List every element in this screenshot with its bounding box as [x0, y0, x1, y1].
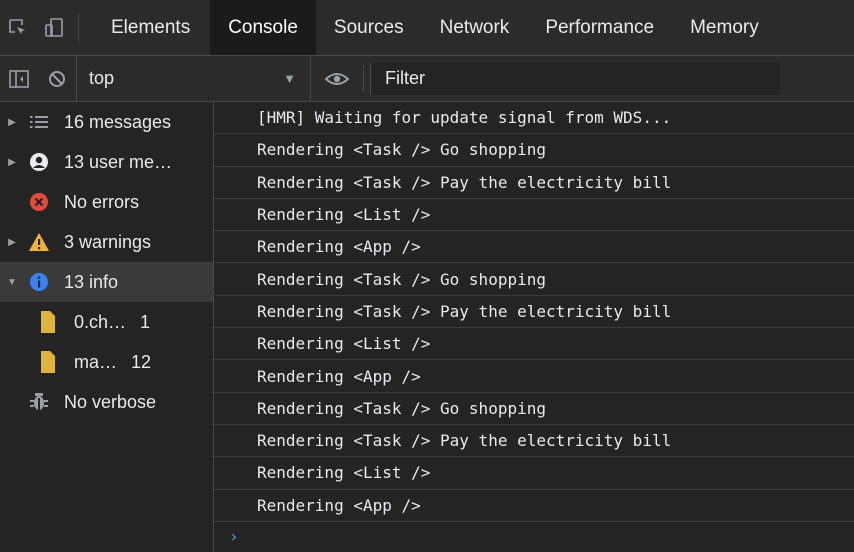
console-message: Rendering <Task /> Go shopping	[215, 263, 854, 296]
dropdown-arrow-icon: ▼	[283, 71, 296, 86]
file-count: 12	[131, 351, 152, 372]
sidebar-item-label: No errors	[64, 191, 140, 212]
file-icon	[40, 351, 56, 373]
expand-triangle-icon[interactable]: ▶	[0, 157, 24, 168]
console-message: Rendering <Task /> Pay the electricity b…	[215, 425, 854, 458]
sidebar-item-label: 13 user me…	[64, 151, 173, 172]
sidebar-item-errors[interactable]: No errors	[0, 182, 213, 222]
bug-icon	[24, 392, 54, 412]
console-message: Rendering <Task /> Go shopping	[215, 393, 854, 425]
console-log: [HMR] Waiting for update signal from WDS…	[215, 102, 854, 552]
sidebar-item-file[interactable]: 0.ch… 1	[0, 302, 213, 342]
console-message: Rendering <List />	[215, 199, 854, 232]
sidebar-item-warnings[interactable]: ▶ 3 warnings	[0, 222, 213, 262]
console-message: Rendering <Task /> Go shopping	[215, 134, 854, 167]
expand-triangle-icon[interactable]: ▶	[0, 117, 24, 128]
live-expression-eye-icon[interactable]	[311, 65, 364, 92]
console-message: Rendering <App />	[215, 490, 854, 522]
console-message: [HMR] Waiting for update signal from WDS…	[215, 102, 854, 135]
console-message: Rendering <List />	[215, 328, 854, 361]
context-label: top	[89, 68, 115, 88]
console-message: Rendering <App />	[215, 231, 854, 264]
clear-console-icon[interactable]	[38, 69, 76, 89]
expand-triangle-icon[interactable]: ▶	[0, 237, 24, 248]
sidebar-item-messages[interactable]: ▶ 16 messages	[0, 102, 213, 142]
inspect-element-icon[interactable]	[0, 0, 36, 55]
console-toolbar: top ▼	[0, 56, 854, 102]
console-prompt-icon: ›	[229, 527, 239, 547]
file-count: 1	[140, 311, 151, 332]
tab-memory[interactable]: Memory	[672, 0, 763, 55]
sidebar-item-user-messages[interactable]: ▶ 13 user me…	[0, 142, 213, 182]
context-selector[interactable]: top ▼	[76, 56, 311, 101]
list-icon	[24, 115, 54, 129]
console-message: Rendering <Task /> Pay the electricity b…	[215, 167, 854, 199]
sidebar-toggle-icon[interactable]	[0, 69, 38, 88]
sidebar-item-label: 13 info	[64, 271, 119, 292]
collapse-triangle-icon[interactable]: ▼	[0, 277, 24, 288]
tab-elements[interactable]: Elements	[85, 0, 210, 55]
tab-performance[interactable]: Performance	[527, 0, 672, 55]
warning-icon	[24, 232, 54, 252]
sidebar-item-label: No verbose	[64, 391, 157, 412]
console-prompt-row[interactable]: ›	[215, 522, 854, 552]
tab-sources[interactable]: Sources	[316, 0, 422, 55]
sidebar-item-info[interactable]: ▼ 13 info	[0, 262, 213, 302]
device-toolbar-icon[interactable]	[36, 0, 72, 55]
console-message: Rendering <Task /> Pay the electricity b…	[215, 296, 854, 329]
sidebar-item-file[interactable]: ma… 12	[0, 342, 213, 382]
toolbar-divider	[78, 14, 79, 41]
sidebar-item-label: 3 warnings	[64, 231, 152, 252]
console-message: Rendering <List />	[215, 457, 854, 490]
user-icon	[24, 152, 54, 172]
tab-console[interactable]: Console	[210, 0, 316, 55]
console-message: Rendering <App />	[215, 360, 854, 393]
sidebar-item-verbose[interactable]: No verbose	[0, 382, 213, 422]
file-name: ma…	[74, 351, 118, 372]
file-icon	[40, 311, 56, 333]
error-icon	[24, 192, 54, 212]
devtools-tab-bar: Elements Console Sources Network Perform…	[0, 0, 854, 56]
sidebar-item-label: 16 messages	[64, 111, 172, 132]
tab-network[interactable]: Network	[422, 0, 528, 55]
console-sidebar: ▶ 16 messages ▶ 13 user me… No errors ▶ …	[0, 102, 214, 552]
info-icon	[24, 272, 54, 292]
filter-input[interactable]	[370, 62, 780, 95]
file-name: 0.ch…	[74, 311, 127, 332]
